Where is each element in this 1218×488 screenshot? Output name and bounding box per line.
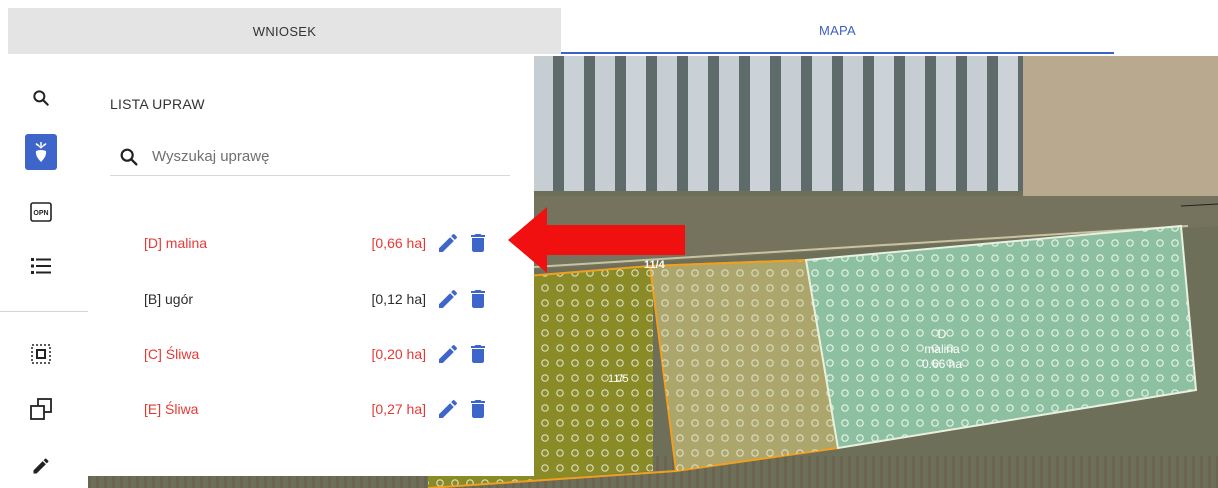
list-icon (31, 258, 51, 274)
annotation-arrow-icon (508, 207, 685, 273)
list-item[interactable]: [C] Śliwa [0,20 ha] (144, 339, 504, 369)
list-item[interactable]: [E] Śliwa [0,27 ha] (144, 394, 504, 424)
tab-bar: WNIOSEK MAPA (8, 8, 1114, 54)
pencil-icon[interactable] (436, 397, 460, 421)
tab-mapa[interactable]: MAPA (561, 8, 1114, 54)
search-tool-button[interactable] (25, 80, 57, 116)
trash-icon[interactable] (466, 287, 490, 311)
toolbar-divider (0, 311, 88, 312)
crop-plant-icon (35, 142, 47, 162)
crop-list-panel: LISTA UPRAW [D] malina [0,66 ha] [B] ugó… (88, 56, 534, 476)
copy-shape-icon (30, 398, 52, 420)
crop-name: [D] malina (144, 235, 208, 251)
crop-name: [B] ugór (144, 291, 194, 307)
crop-name: [C] Śliwa (144, 346, 200, 362)
opn-icon: OPN (30, 202, 52, 222)
crop-label-area: 0.66 ha (922, 357, 962, 371)
pencil-icon (33, 458, 49, 474)
crop-label-name: malina (924, 342, 960, 356)
map-toolbar: OPN (0, 56, 88, 488)
list-item[interactable]: [B] ugór [0,12 ha] (144, 284, 504, 314)
crop-area: [0,20 ha] (371, 346, 427, 362)
pencil-icon[interactable] (436, 342, 460, 366)
crop-area: [0,66 ha] (371, 235, 427, 251)
crop-search-input[interactable] (152, 148, 492, 165)
crop-area: [0,27 ha] (371, 401, 427, 417)
pencil-icon[interactable] (436, 287, 460, 311)
trash-icon[interactable] (466, 397, 490, 421)
search-icon (33, 90, 49, 106)
crop-label-code: D (938, 327, 947, 341)
crop-name: [E] Śliwa (144, 401, 199, 417)
tab-wniosek[interactable]: WNIOSEK (8, 8, 561, 54)
crop-area: [0,12 ha] (371, 291, 427, 307)
select-area-icon (31, 344, 51, 364)
pencil-tool-button[interactable] (25, 448, 57, 484)
select-area-tool-button[interactable] (25, 336, 57, 372)
list-tool-button[interactable] (25, 248, 57, 284)
crop-tool-button[interactable] (25, 134, 57, 170)
copy-shape-tool-button[interactable] (25, 391, 57, 427)
svg-text:OPN: OPN (33, 210, 48, 217)
search-icon (120, 148, 138, 166)
pencil-icon[interactable] (436, 231, 460, 255)
opn-tool-button[interactable]: OPN (25, 194, 57, 230)
panel-title: LISTA UPRAW (110, 96, 205, 112)
trash-icon[interactable] (466, 231, 490, 255)
trash-icon[interactable] (466, 342, 490, 366)
parcel-label-11-5: 11/5 (608, 373, 629, 385)
crop-search (110, 138, 510, 176)
list-item[interactable]: [D] malina [0,66 ha] (144, 228, 504, 258)
